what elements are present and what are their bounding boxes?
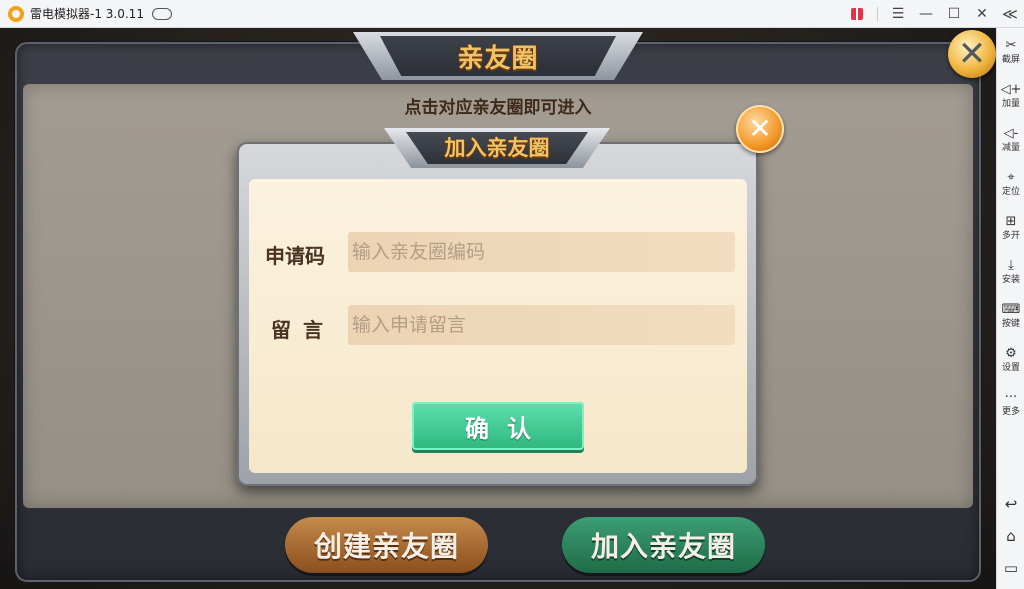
sidebar-item-label: 定位 [1001, 187, 1020, 197]
location-pin-icon: ⌖ [1007, 169, 1015, 185]
sidebar-item-label: 安装 [1001, 275, 1020, 285]
emulator-sidebar: ✂ 截屏 ◁+ 加量 ◁- 减量 ⌖ 定位 ⊞ 多开 ⤓ 安装 ⌨ 按键 ⚙ 设… [996, 28, 1024, 589]
hint-text: 点击对应亲友圈即可进入 [404, 98, 592, 118]
sidebar-item-location[interactable]: ⌖ 定位 [997, 164, 1024, 208]
sidebar-item-more[interactable]: ··· 更多 [997, 384, 1024, 428]
confirm-button[interactable]: 确认 [412, 402, 584, 450]
sidebar-item-label: 减量 [1001, 143, 1020, 153]
sidebar-item-label: 设置 [1001, 363, 1020, 373]
scissors-icon: ✂ [1005, 37, 1017, 53]
volume-up-icon: ◁+ [1000, 81, 1022, 97]
sidebar-item-volume-up[interactable]: ◁+ 加量 [997, 76, 1024, 120]
sidebar-item-volume-down[interactable]: ◁- 减量 [997, 120, 1024, 164]
apply-code-input[interactable] [348, 232, 735, 272]
close-icon: ✕ [957, 34, 987, 74]
dialog-title: 加入亲友圈 [444, 136, 550, 160]
sidebar-item-label: 按键 [1001, 319, 1020, 329]
sidebar-item-screenshot[interactable]: ✂ 截屏 [997, 32, 1024, 76]
sidebar-item-keymap[interactable]: ⌨ 按键 [997, 296, 1024, 340]
sidebar-item-label: 更多 [1001, 407, 1020, 417]
keyboard-icon: ⌨ [1001, 301, 1021, 317]
menu-button[interactable]: ☰ [884, 0, 912, 28]
emulator-title: 雷电模拟器-1 3.0.11 [30, 7, 144, 21]
sidebar-item-label: 截屏 [1001, 55, 1020, 65]
volume-down-icon: ◁- [1003, 125, 1019, 141]
message-input[interactable] [348, 305, 735, 345]
maximize-button[interactable]: ☐ [940, 0, 968, 28]
gamepad-icon[interactable] [151, 7, 172, 20]
close-window-button[interactable]: ✕ [968, 0, 996, 28]
apk-install-icon: ⤓ [1008, 257, 1014, 273]
join-circle-button[interactable]: 加入亲友圈 [562, 517, 765, 573]
emulator-logo-icon [8, 5, 24, 22]
titlebar-divider [877, 7, 878, 21]
sidebar-item-install[interactable]: ⤓ 安装 [997, 252, 1024, 296]
page-title: 亲友圈 [457, 44, 539, 74]
minimize-button[interactable]: — [912, 0, 940, 28]
close-icon: ✕ [748, 112, 772, 145]
sidebar-item-settings[interactable]: ⚙ 设置 [997, 340, 1024, 384]
sidebar-item-multi-instance[interactable]: ⊞ 多开 [997, 208, 1024, 252]
gift-icon [851, 8, 863, 20]
sidebar-item-label: 加量 [1001, 99, 1020, 109]
game-viewport: 亲友圈 点击对应亲友圈即可进入 ✕ 创建亲友圈 加入亲友圈 加入亲友圈 ✕ 申请… [0, 28, 996, 589]
message-label: 留言 [271, 318, 335, 342]
multi-instance-icon: ⊞ [1005, 213, 1017, 229]
sidebar-item-label: 多开 [1001, 231, 1020, 241]
create-circle-button[interactable]: 创建亲友圈 [285, 517, 488, 573]
more-dots-icon: ··· [1004, 389, 1018, 405]
android-back-button[interactable]: ↩ [997, 490, 1024, 518]
android-home-button[interactable]: ⌂ [997, 522, 1024, 550]
android-recents-button[interactable]: ▭ [997, 554, 1024, 582]
emulator-titlebar: 雷电模拟器-1 3.0.11 ☰ — ☐ ✕ ≪ [0, 0, 1024, 28]
close-dialog-button[interactable]: ✕ [736, 105, 784, 153]
collapse-sidebar-button[interactable]: ≪ [996, 5, 1024, 23]
window-controls: ☰ — ☐ ✕ ≪ [843, 0, 1024, 28]
apply-code-label: 申请码 [265, 244, 325, 268]
gear-icon: ⚙ [1005, 345, 1017, 361]
close-panel-button[interactable]: ✕ [948, 30, 996, 78]
gift-button[interactable] [843, 0, 871, 28]
